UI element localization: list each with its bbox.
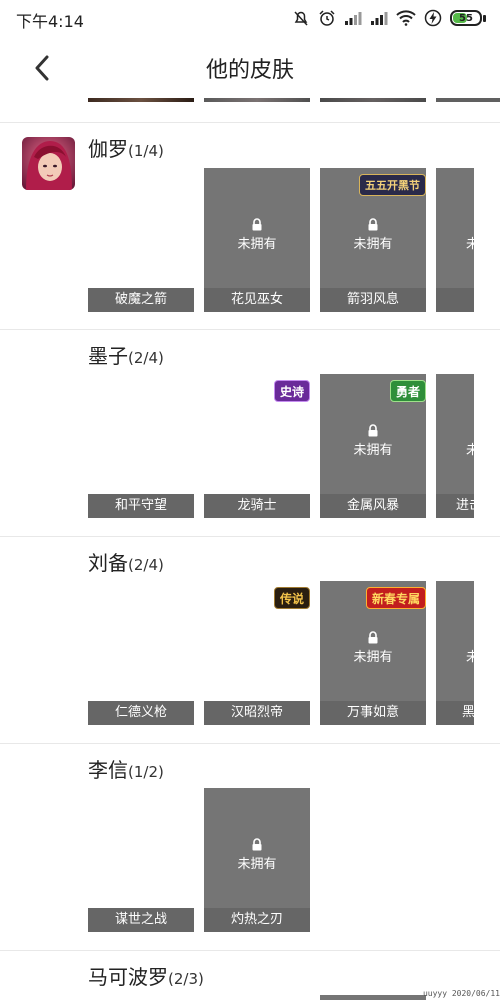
skin-card[interactable]: 五五开黑节 未拥有 箭羽风息 — [320, 168, 426, 312]
hero-skin-count: (2/4) — [128, 556, 164, 574]
hero-skin-count: (1/4) — [128, 142, 164, 160]
hero-name: 墨子(2/4) — [88, 340, 164, 369]
skin-card[interactable]: 传说 汉昭烈帝 — [204, 581, 310, 725]
lock-icon — [368, 424, 378, 437]
skin-name: 龙骑士 — [204, 494, 310, 518]
skin-name: 汉昭烈帝 — [204, 701, 310, 725]
skin-card[interactable]: 破魔之箭 — [88, 168, 194, 312]
skin-name — [436, 288, 474, 312]
battery-tip — [483, 14, 486, 22]
skin-badge: 五五开黑节 — [359, 174, 426, 196]
hero-name: 马可波罗(2/3) — [88, 961, 204, 990]
alarm-icon — [319, 10, 335, 26]
hero-name-text: 伽罗 — [88, 137, 128, 161]
skin-card-partial — [320, 98, 426, 102]
avatar-image — [22, 137, 75, 190]
page-title: 他的皮肤 — [205, 58, 294, 83]
skin-name: 灼热之刃 — [204, 908, 310, 932]
lock-text: 未拥有 — [237, 857, 277, 872]
skin-card-partial[interactable] — [320, 995, 426, 1000]
skin-badge: 新春专属 — [365, 587, 426, 609]
lock-icon — [252, 218, 262, 231]
signal-icon — [371, 12, 388, 25]
hero-section: 伽罗(1/4) 破魔之箭 未拥有 花见巫女 五五开黑节 未拥有 箭羽风息 未 — [0, 123, 500, 330]
battery-level: 55 — [459, 12, 473, 24]
hero-name-text: 刘备 — [88, 551, 128, 575]
skin-name: 进击 — [436, 494, 474, 518]
hero-section: 刘备(2/4) 仁德义枪 传说 汉昭烈帝 新春专属 未拥有 万事如意 未 黑 — [0, 537, 500, 744]
skin-name: 仁德义枪 — [88, 701, 194, 725]
lock-overlay: 未 — [466, 218, 474, 252]
lock-text: 未拥有 — [237, 237, 277, 252]
lock-text: 未拥有 — [353, 650, 393, 665]
hero-name: 李信(1/2) — [88, 754, 164, 783]
skin-name: 箭羽风息 — [320, 288, 426, 312]
nav-bar: 他的皮肤 — [0, 36, 500, 98]
status-bar: 下午4:14 55 — [0, 0, 500, 36]
signal-icon — [345, 12, 362, 25]
charging-icon — [424, 9, 442, 27]
hero-section: 墨子(2/4) 和平守望 史诗 龙骑士 勇者 未拥有 金属风暴 未 进击 — [0, 330, 500, 537]
lock-icon — [368, 218, 378, 231]
skin-name: 谋世之战 — [88, 908, 194, 932]
skin-badge: 史诗 — [273, 380, 310, 402]
hero-name: 刘备(2/4) — [88, 547, 164, 576]
lock-overlay: 未拥有 — [320, 218, 426, 252]
skin-card-partial — [88, 98, 194, 102]
skin-card[interactable]: 谋世之战 — [88, 788, 194, 932]
hero-name-text: 李信 — [88, 758, 128, 782]
lock-overlay: 未 — [466, 424, 474, 458]
skin-badge: 传说 — [273, 587, 310, 609]
hero-name-text: 墨子 — [88, 344, 128, 368]
hero-skin-count: (1/2) — [128, 763, 164, 781]
skin-card-partial — [436, 98, 500, 102]
lock-text: 未拥有 — [353, 237, 393, 252]
skin-card[interactable]: 未拥有 花见巫女 — [204, 168, 310, 312]
skin-name: 万事如意 — [320, 701, 426, 725]
skin-name: 花见巫女 — [204, 288, 310, 312]
skin-name: 破魔之箭 — [88, 288, 194, 312]
skin-name: 金属风暴 — [320, 494, 426, 518]
lock-overlay: 未拥有 — [320, 424, 426, 458]
skin-card[interactable]: 未 — [436, 168, 474, 312]
lock-overlay: 未拥有 — [204, 218, 310, 252]
lock-text: 未 — [466, 237, 474, 252]
skin-list[interactable]: 伽罗(1/4) 破魔之箭 未拥有 花见巫女 五五开黑节 未拥有 箭羽风息 未 墨… — [0, 98, 500, 1000]
lock-text: 未 — [466, 650, 474, 665]
skin-card[interactable]: 未 黑 — [436, 581, 474, 725]
hero-name-text: 马可波罗 — [88, 965, 168, 989]
lock-overlay: 未拥有 — [204, 838, 310, 872]
skin-name: 黑 — [436, 701, 474, 725]
lock-text: 未 — [466, 443, 474, 458]
hero-skin-count: (2/4) — [128, 349, 164, 367]
hero-skin-count: (2/3) — [168, 970, 204, 988]
skin-card[interactable]: 新春专属 未拥有 万事如意 — [320, 581, 426, 725]
status-time: 下午4:14 — [16, 12, 84, 31]
skin-name: 和平守望 — [88, 494, 194, 518]
skin-card[interactable]: 未 进击 — [436, 374, 474, 518]
status-icons: 55 — [292, 8, 486, 28]
battery-icon: 55 — [450, 10, 482, 26]
hero-section-partial — [0, 98, 500, 123]
skin-card[interactable]: 仁德义枪 — [88, 581, 194, 725]
skin-card-partial — [204, 98, 310, 102]
hero-section: 李信(1/2) 谋世之战 未拥有 灼热之刃 — [0, 744, 500, 951]
hero-name: 伽罗(1/4) — [88, 133, 164, 162]
wifi-icon — [396, 10, 416, 26]
skin-card[interactable]: 史诗 龙骑士 — [204, 374, 310, 518]
skin-card[interactable]: 和平守望 — [88, 374, 194, 518]
skin-card[interactable]: 未拥有 灼热之刃 — [204, 788, 310, 932]
lock-text: 未拥有 — [353, 443, 393, 458]
lock-overlay: 未拥有 — [320, 631, 426, 665]
watermark: uuyyy 2020/06/11 — [422, 989, 500, 998]
lock-overlay: 未 — [466, 631, 474, 665]
mute-icon — [294, 11, 308, 26]
skin-card[interactable]: 勇者 未拥有 金属风暴 — [320, 374, 426, 518]
hero-avatar[interactable] — [22, 137, 75, 190]
lock-icon — [368, 631, 378, 644]
skin-badge: 勇者 — [389, 380, 426, 402]
lock-icon — [252, 838, 262, 851]
